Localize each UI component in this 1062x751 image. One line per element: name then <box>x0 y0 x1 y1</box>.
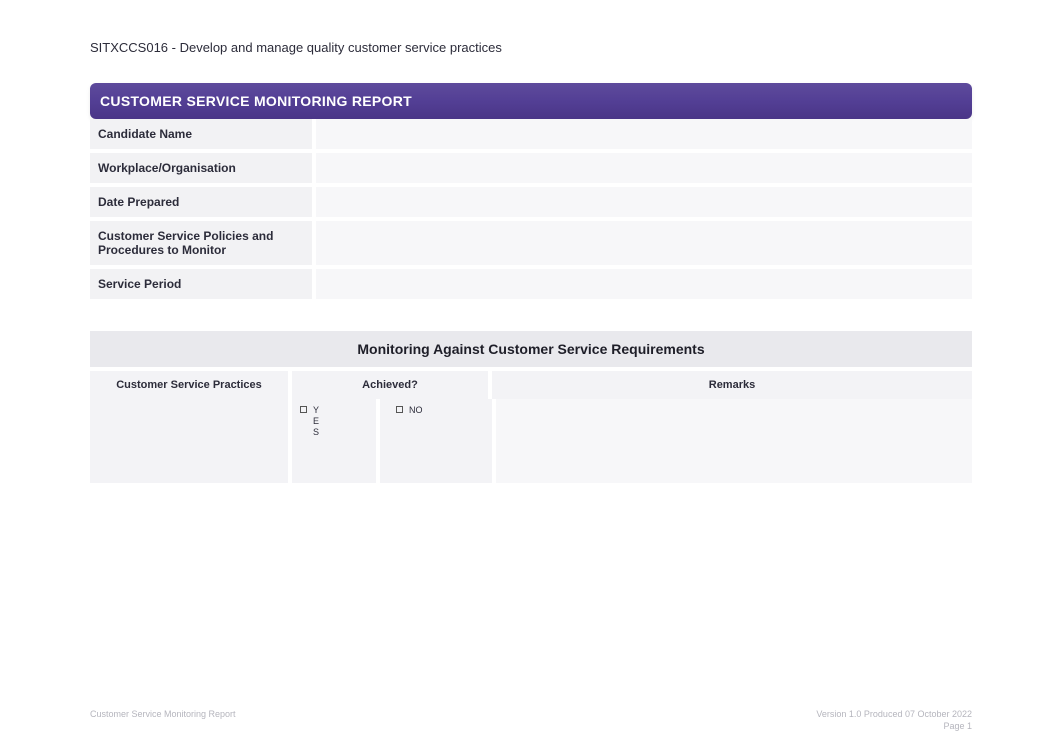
label-workplace: Workplace/Organisation <box>90 153 312 183</box>
value-policies <box>316 221 972 265</box>
info-row-workplace: Workplace/Organisation <box>90 153 972 187</box>
col-header-practices: Customer Service Practices <box>90 371 288 399</box>
info-row-date: Date Prepared <box>90 187 972 221</box>
table-header-row: Customer Service Practices Achieved? Rem… <box>90 371 972 399</box>
col-header-remarks: Remarks <box>492 371 972 399</box>
col-header-achieved: Achieved? <box>292 371 488 399</box>
checkbox-no-icon[interactable] <box>396 406 403 413</box>
value-candidate <box>316 119 972 149</box>
info-row-candidate: Candidate Name <box>90 119 972 153</box>
footer-version: Version 1.0 Produced 07 October 2022 <box>816 709 972 719</box>
footer-right: Version 1.0 Produced 07 October 2022 Pag… <box>816 709 972 731</box>
value-service-period <box>316 269 972 299</box>
label-date: Date Prepared <box>90 187 312 217</box>
label-policies: Customer Service Policies and Procedures… <box>90 221 312 265</box>
cell-practices <box>90 399 288 483</box>
info-row-policies: Customer Service Policies and Procedures… <box>90 221 972 269</box>
document-title: SITXCCS016 - Develop and manage quality … <box>90 40 972 55</box>
page-footer: Customer Service Monitoring Report Versi… <box>90 697 972 731</box>
info-row-service-period: Service Period <box>90 269 972 303</box>
checkbox-yes-icon[interactable] <box>300 406 307 413</box>
value-date <box>316 187 972 217</box>
monitoring-table: Customer Service Practices Achieved? Rem… <box>90 371 972 483</box>
cell-achieved-no: NO <box>380 399 492 483</box>
checkbox-yes-label: YES <box>313 405 319 437</box>
label-service-period: Service Period <box>90 269 312 299</box>
achieved-label-line1: Achieved? <box>296 379 484 391</box>
cell-remarks <box>496 399 972 483</box>
table-row: YES NO <box>90 399 972 483</box>
value-workplace <box>316 153 972 183</box>
footer-left: Customer Service Monitoring Report <box>90 709 236 719</box>
footer-page: Page 1 <box>816 721 972 731</box>
label-candidate: Candidate Name <box>90 119 312 149</box>
page: SITXCCS016 - Develop and manage quality … <box>0 0 1062 751</box>
info-table: Candidate Name Workplace/Organisation Da… <box>90 119 972 303</box>
cell-achieved-yes: YES <box>292 399 376 483</box>
checkbox-no-label: NO <box>409 405 423 415</box>
section-header: Monitoring Against Customer Service Requ… <box>90 331 972 371</box>
report-banner: CUSTOMER SERVICE MONITORING REPORT <box>90 83 972 119</box>
